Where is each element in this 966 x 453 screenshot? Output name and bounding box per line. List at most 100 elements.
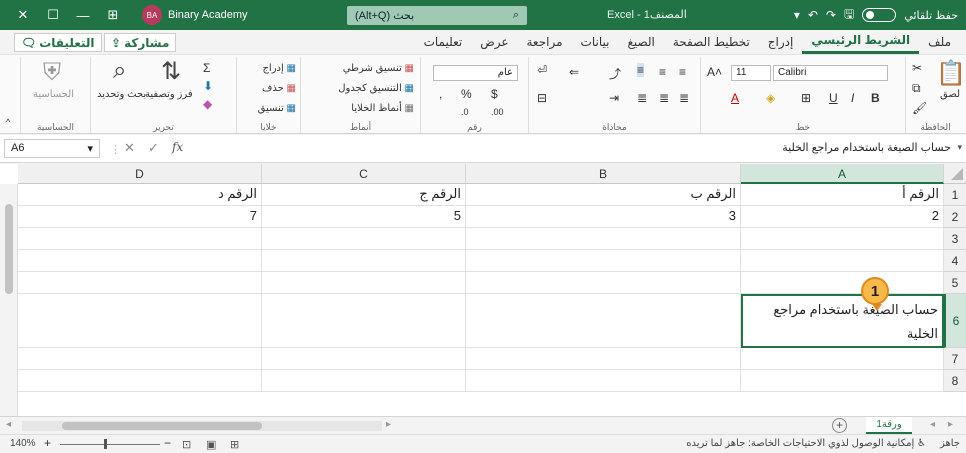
horizontal-scrollbar[interactable] bbox=[22, 421, 382, 431]
align-bottom-icon[interactable]: ≡ bbox=[637, 63, 645, 77]
zoom-slider-handle[interactable] bbox=[104, 439, 107, 449]
bold-icon[interactable]: B bbox=[871, 91, 880, 105]
tab-help[interactable]: تعليمات bbox=[415, 30, 472, 54]
cell-c4[interactable] bbox=[262, 250, 466, 272]
search-box[interactable]: (Alt+Q) بحث ⌕ bbox=[347, 6, 527, 25]
align-middle-icon[interactable]: ≡ bbox=[659, 65, 666, 79]
cell-c3[interactable] bbox=[262, 228, 466, 250]
column-header-b[interactable]: B bbox=[466, 164, 741, 184]
currency-icon[interactable]: $ bbox=[491, 87, 498, 101]
column-header-a[interactable]: A bbox=[741, 164, 944, 184]
collapse-ribbon-icon[interactable]: ^ bbox=[6, 117, 10, 127]
indent-icon[interactable]: ⇥ bbox=[609, 91, 619, 105]
wrap-text-icon[interactable]: ⏎ bbox=[537, 63, 547, 77]
sensitivity-button-label[interactable]: الحساسية bbox=[33, 89, 74, 100]
increase-decimal-icon[interactable]: .00 bbox=[491, 107, 504, 117]
tab-home[interactable]: الشريط الرئيسي bbox=[802, 30, 920, 54]
user-name[interactable]: Binary Academy bbox=[168, 9, 247, 21]
avatar[interactable]: BA bbox=[142, 5, 162, 25]
zoom-out-icon[interactable]: − bbox=[164, 436, 171, 450]
expand-formula-icon[interactable]: ▾ bbox=[957, 142, 962, 153]
tab-data[interactable]: بيانات bbox=[572, 30, 619, 54]
tab-review[interactable]: مراجعة bbox=[518, 30, 572, 54]
cell-a6[interactable]: حساب الصيغة باستخدام مراجع الخلية bbox=[741, 294, 944, 348]
cut-icon[interactable]: ✂ bbox=[912, 61, 922, 75]
prev-sheet-icon[interactable]: ◂ bbox=[930, 419, 935, 430]
format-as-table-button[interactable]: ▦ التنسيق كجدول bbox=[338, 83, 414, 94]
borders-icon[interactable]: ⊞ bbox=[801, 91, 811, 105]
scroll-left-icon[interactable]: ◂ bbox=[6, 419, 11, 430]
cell-c6[interactable] bbox=[262, 294, 466, 348]
tab-insert[interactable]: إدراج bbox=[759, 30, 803, 54]
rtl-icon[interactable]: ⇐ bbox=[569, 65, 579, 79]
cell-a3[interactable] bbox=[741, 228, 944, 250]
tab-page-layout[interactable]: تخطيط الصفحة bbox=[664, 30, 759, 54]
cell-a7[interactable] bbox=[741, 348, 944, 370]
grow-font-icon[interactable]: A˄ bbox=[707, 65, 722, 79]
underline-icon[interactable]: U bbox=[829, 91, 838, 105]
redo-icon[interactable]: ↷ bbox=[826, 8, 836, 22]
horizontal-scroll-thumb[interactable] bbox=[62, 422, 262, 430]
zoom-level[interactable]: 140% bbox=[10, 438, 36, 449]
cell-c8[interactable] bbox=[262, 370, 466, 392]
share-button[interactable]: ⇪ مشاركة bbox=[104, 33, 177, 52]
format-cells-button[interactable]: ▦ تنسيق bbox=[258, 103, 296, 114]
align-center-icon[interactable]: ≣ bbox=[659, 91, 669, 105]
font-name-select[interactable]: Calibri bbox=[773, 65, 888, 81]
page-layout-view-icon[interactable]: ▣ bbox=[206, 438, 216, 451]
zoom-in-icon[interactable]: + bbox=[44, 436, 51, 450]
autosum-icon[interactable]: Σ bbox=[203, 61, 210, 75]
cell-b5[interactable] bbox=[466, 272, 741, 294]
cell-c5[interactable] bbox=[262, 272, 466, 294]
copy-icon[interactable]: ⧉ bbox=[912, 81, 921, 96]
cell-d1[interactable]: الرقم د bbox=[18, 184, 262, 206]
row-header-3[interactable]: 3 bbox=[944, 228, 966, 250]
sensitivity-icon[interactable]: ⛨ bbox=[43, 59, 61, 87]
cell-d2[interactable]: 7 bbox=[18, 206, 262, 228]
align-top-icon[interactable]: ≡ bbox=[679, 65, 686, 79]
cell-d8[interactable] bbox=[18, 370, 262, 392]
clear-icon[interactable]: ◆ bbox=[203, 97, 212, 111]
row-header-5[interactable]: 5 bbox=[944, 272, 966, 294]
vertical-scrollbar[interactable] bbox=[0, 184, 18, 416]
row-header-2[interactable]: 2 bbox=[944, 206, 966, 228]
fill-icon[interactable]: ⬇ bbox=[203, 79, 213, 93]
vertical-scroll-thumb[interactable] bbox=[5, 204, 13, 294]
cell-b2[interactable]: 3 bbox=[466, 206, 741, 228]
comma-icon[interactable]: , bbox=[439, 87, 442, 101]
cell-c1[interactable]: الرقم ج bbox=[262, 184, 466, 206]
align-left-icon[interactable]: ≣ bbox=[637, 91, 647, 105]
cell-styles-button[interactable]: ▦ أنماط الخلايا bbox=[351, 103, 414, 114]
column-header-d[interactable]: D bbox=[18, 164, 262, 184]
cell-b8[interactable] bbox=[466, 370, 741, 392]
cell-b4[interactable] bbox=[466, 250, 741, 272]
cell-a8[interactable] bbox=[741, 370, 944, 392]
row-header-4[interactable]: 4 bbox=[944, 250, 966, 272]
row-header-7[interactable]: 7 bbox=[944, 348, 966, 370]
minimize-icon[interactable]: — bbox=[68, 0, 98, 30]
autosave-toggle[interactable] bbox=[862, 8, 897, 22]
cell-d4[interactable] bbox=[18, 250, 262, 272]
cell-d6[interactable] bbox=[18, 294, 262, 348]
cell-d5[interactable] bbox=[18, 272, 262, 294]
cell-b7[interactable] bbox=[466, 348, 741, 370]
close-icon[interactable]: ✕ bbox=[8, 0, 38, 30]
merge-icon[interactable]: ⊟ bbox=[537, 91, 547, 105]
name-box[interactable]: A6 ▾ bbox=[4, 139, 100, 158]
conditional-formatting-button[interactable]: ▦ تنسيق شرطي bbox=[343, 63, 414, 74]
tab-formulas[interactable]: الصيغ bbox=[618, 30, 663, 54]
column-header-c[interactable]: C bbox=[262, 164, 466, 184]
number-format-select[interactable]: عام bbox=[433, 65, 518, 81]
orientation-icon[interactable]: ⤴ bbox=[609, 65, 621, 82]
decrease-decimal-icon[interactable]: .0 bbox=[461, 107, 469, 117]
accessibility-status[interactable]: ♿ إمكانية الوصول لذوي الاحتياجات الخاصة:… bbox=[686, 438, 926, 449]
comments-button[interactable]: 🗨 التعليقات bbox=[14, 33, 102, 52]
row-header-1[interactable]: 1 bbox=[944, 184, 966, 206]
cell-d3[interactable] bbox=[18, 228, 262, 250]
enter-icon[interactable]: ✓ bbox=[148, 140, 159, 156]
sheet-tab-1[interactable]: ورقة1 bbox=[866, 417, 912, 434]
cell-b1[interactable]: الرقم ب bbox=[466, 184, 741, 206]
percent-icon[interactable]: % bbox=[461, 87, 472, 101]
insert-function-icon[interactable]: fx bbox=[172, 140, 183, 154]
sort-filter-label[interactable]: فرز وتصفية bbox=[145, 89, 193, 100]
